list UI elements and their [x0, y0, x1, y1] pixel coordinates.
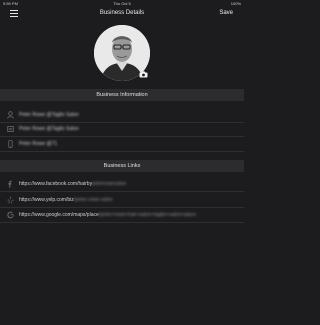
- address-icon: [7, 126, 14, 132]
- yelp-link-row[interactable]: https://www.yelp.com/biz/peter-rowe-salo…: [0, 193, 244, 208]
- business-name-value: Peter Rowe @Taglio Salon: [19, 112, 79, 118]
- person-icon: [7, 111, 14, 119]
- yelp-url-hidden: /peter-rowe-salon: [73, 197, 113, 203]
- facebook-url: https://www.facebook.com/hairby: [19, 181, 93, 187]
- yelp-icon: [7, 196, 14, 204]
- facebook-url-hidden: peterrowesalon: [92, 181, 127, 187]
- profile-photo[interactable]: [94, 25, 150, 81]
- yelp-link-value: https://www.yelp.com/biz/peter-rowe-salo…: [19, 197, 113, 203]
- page-title: Business Details: [99, 10, 145, 16]
- google-url: https://www.google.com/maps/place: [19, 212, 99, 218]
- business-address-row[interactable]: Peter Rowe @Taglio Salon: [0, 122, 244, 137]
- camera-icon[interactable]: [139, 71, 148, 78]
- google-link-value: https://www.google.com/maps/place/peter+…: [19, 212, 196, 218]
- google-icon: [7, 211, 14, 219]
- navigation-bar: Business Details Save: [0, 7, 244, 21]
- business-information-header: Business Information: [0, 89, 244, 101]
- business-name-row[interactable]: Peter Rowe @Taglio Salon: [0, 108, 244, 123]
- google-url-hidden: /peter+rowe+hair+salon+taglio+salon+plac…: [98, 212, 197, 218]
- yelp-url: https://www.yelp.com/biz: [19, 197, 74, 203]
- business-phone-value: Peter Rowe @71: [19, 141, 58, 147]
- status-bar: 9:59 PM Thu Oct 5 100%: [0, 0, 244, 7]
- google-link-row[interactable]: https://www.google.com/maps/place/peter+…: [0, 208, 244, 223]
- status-battery: 100%: [230, 1, 241, 6]
- facebook-link-value: https://www.facebook.com/hairbypeterrowe…: [19, 181, 126, 187]
- facebook-icon: [8, 180, 12, 188]
- status-date: Thu Oct 5: [113, 1, 131, 6]
- facebook-link-row[interactable]: https://www.facebook.com/hairbypeterrowe…: [0, 177, 244, 192]
- save-button[interactable]: Save: [219, 10, 233, 16]
- business-address-value: Peter Rowe @Taglio Salon: [19, 126, 79, 132]
- business-phone-row[interactable]: Peter Rowe @71: [0, 137, 244, 152]
- phone-icon: [8, 140, 13, 148]
- business-links-header: Business Links: [0, 160, 244, 172]
